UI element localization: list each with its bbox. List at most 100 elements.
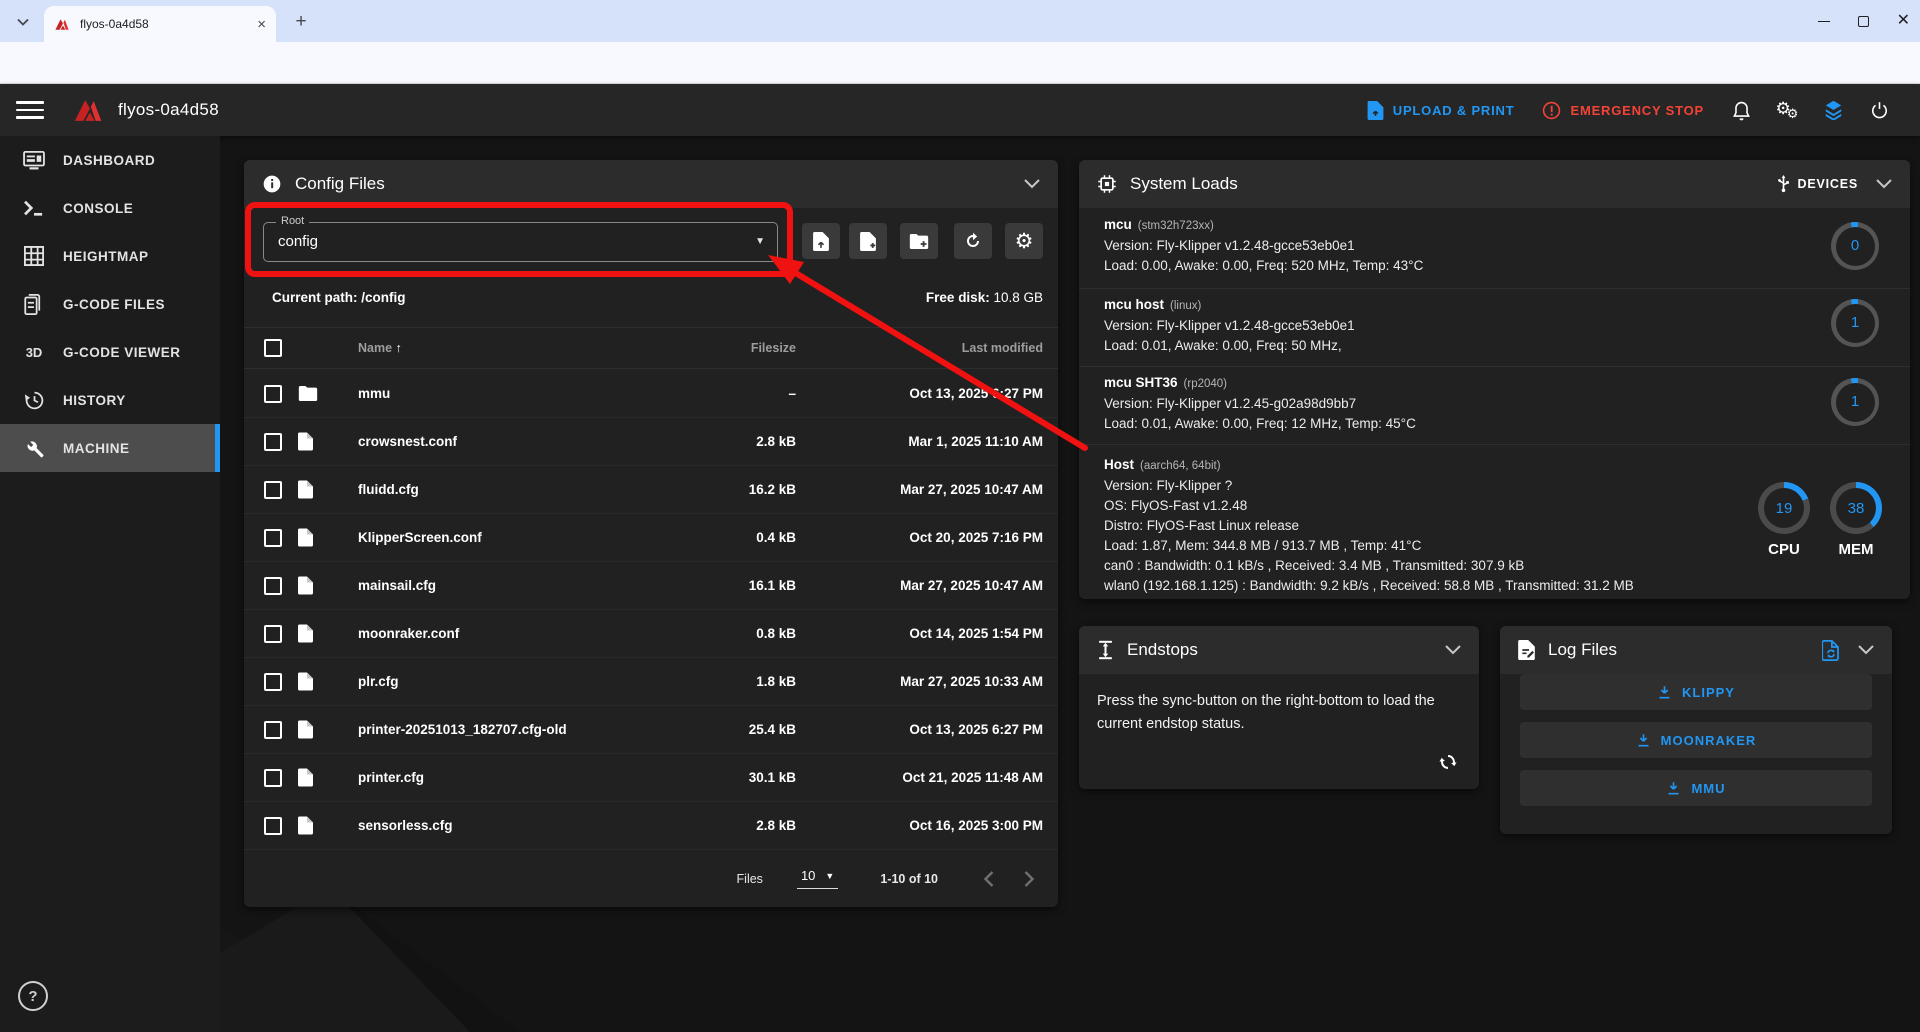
upload-and-print-button[interactable]: UPLOAD & PRINT xyxy=(1353,92,1529,128)
file-icon xyxy=(298,720,313,739)
root-select[interactable]: Root config ▼ xyxy=(263,222,778,262)
app-title: flyos-0a4d58 xyxy=(118,100,219,120)
file-settings-button[interactable]: ⚙ xyxy=(1005,223,1043,259)
row-checkbox[interactable] xyxy=(264,769,282,787)
row-checkbox[interactable] xyxy=(264,529,282,547)
download-klippy-log-button[interactable]: KLIPPY xyxy=(1520,674,1872,710)
column-name[interactable]: Name ↑ xyxy=(358,341,676,355)
select-all-checkbox[interactable] xyxy=(264,339,282,357)
sidebar-item-console[interactable]: CONSOLE xyxy=(0,184,220,232)
table-row[interactable]: printer-20251013_182707.cfg-old 25.4 kB … xyxy=(244,706,1058,754)
row-checkbox[interactable] xyxy=(264,625,282,643)
file-name: sensorless.cfg xyxy=(358,818,676,833)
download-mmu-log-button[interactable]: MMU xyxy=(1520,770,1872,806)
file-name: mainsail.cfg xyxy=(358,578,676,593)
help-button[interactable]: ? xyxy=(18,981,48,1011)
free-disk: Free disk: 10.8 GB xyxy=(926,290,1043,305)
collapse-chevron-icon[interactable] xyxy=(1445,645,1461,655)
file-icon xyxy=(298,528,313,547)
sidebar-item-gcode-viewer[interactable]: 3D G-CODE VIEWER xyxy=(0,328,220,376)
create-folder-button[interactable] xyxy=(900,223,938,259)
sidebar-item-history[interactable]: HISTORY xyxy=(0,376,220,424)
sidebar-item-machine[interactable]: MACHINE xyxy=(0,424,220,472)
browser-toolbar: ← → ⚠ Not secure 192.168.1.125/m/#/confi… xyxy=(0,42,1920,84)
window-minimize-icon[interactable] xyxy=(1818,21,1830,22)
window-close-icon[interactable]: ✕ xyxy=(1897,13,1910,29)
table-row[interactable]: mmu – Oct 13, 2025 6:27 PM xyxy=(244,370,1058,418)
file-name: printer.cfg xyxy=(358,770,676,785)
file-name: fluidd.cfg xyxy=(358,482,676,497)
file-upload-icon xyxy=(813,232,829,251)
row-checkbox[interactable] xyxy=(264,577,282,595)
table-row[interactable]: KlipperScreen.conf 0.4 kB Oct 20, 2025 7… xyxy=(244,514,1058,562)
page-size-select[interactable]: 10 ▼ xyxy=(797,868,838,889)
dropdown-caret-icon: ▼ xyxy=(755,223,765,261)
sidebar-item-dashboard[interactable]: DASHBOARD xyxy=(0,136,220,184)
3d-viewer-icon: 3D xyxy=(22,345,46,360)
column-last-modified[interactable]: Last modified xyxy=(796,341,1043,355)
settings-button[interactable]: ⚙⚙ xyxy=(1764,92,1810,128)
heightmap-grid-icon xyxy=(24,246,44,266)
next-page-icon[interactable] xyxy=(1024,871,1034,887)
sync-icon[interactable] xyxy=(1437,751,1459,773)
file-modified: Mar 27, 2025 10:33 AM xyxy=(796,674,1043,689)
table-row[interactable]: sensorless.cfg 2.8 kB Oct 16, 2025 3:00 … xyxy=(244,802,1058,850)
row-checkbox[interactable] xyxy=(264,481,282,499)
prev-page-icon[interactable] xyxy=(984,871,994,887)
file-size: 16.1 kB xyxy=(676,578,796,593)
row-checkbox[interactable] xyxy=(264,385,282,403)
notifications-button[interactable] xyxy=(1718,92,1764,128)
table-row[interactable]: printer.cfg 30.1 kB Oct 21, 2025 11:48 A… xyxy=(244,754,1058,802)
row-checkbox[interactable] xyxy=(264,673,282,691)
file-size: 30.1 kB xyxy=(676,770,796,785)
sidebar-item-gcode-files[interactable]: G-CODE FILES xyxy=(0,280,220,328)
file-name: KlipperScreen.conf xyxy=(358,530,676,545)
column-filesize[interactable]: Filesize xyxy=(676,341,796,355)
table-row[interactable]: plr.cfg 1.8 kB Mar 27, 2025 10:33 AM xyxy=(244,658,1058,706)
mem-gauge: 38 xyxy=(1830,482,1882,534)
table-row[interactable]: mainsail.cfg 16.1 kB Mar 27, 2025 10:47 … xyxy=(244,562,1058,610)
hamburger-menu-icon[interactable] xyxy=(16,101,44,119)
file-plus-icon xyxy=(860,232,876,251)
tab-close-icon[interactable]: × xyxy=(257,16,266,33)
file-icon xyxy=(298,576,313,595)
collapse-chevron-icon[interactable] xyxy=(1024,179,1040,189)
file-modified: Mar 27, 2025 10:47 AM xyxy=(796,482,1043,497)
cpu-chip-icon xyxy=(1097,174,1117,194)
table-row[interactable]: crowsnest.conf 2.8 kB Mar 1, 2025 11:10 … xyxy=(244,418,1058,466)
file-modified: Oct 20, 2025 7:16 PM xyxy=(796,530,1043,545)
panel-title: Config Files xyxy=(295,174,385,194)
tab-search-button[interactable] xyxy=(10,9,36,35)
table-row[interactable]: fluidd.cfg 16.2 kB Mar 27, 2025 10:47 AM xyxy=(244,466,1058,514)
mcu-section: mcu(stm32h723xx) Version: Fly-Klipper v1… xyxy=(1079,208,1910,289)
cpu-gauge: 19 xyxy=(1758,482,1810,534)
emergency-stop-button[interactable]: EMERGENCY STOP xyxy=(1528,92,1718,128)
browser-tab[interactable]: flyos-0a4d58 × xyxy=(44,6,276,42)
row-checkbox[interactable] xyxy=(264,433,282,451)
sidebar-nav: DASHBOARD CONSOLE HEIGHTMAP G-CODE FILES… xyxy=(0,136,220,1032)
row-checkbox[interactable] xyxy=(264,817,282,835)
app-header: flyos-0a4d58 UPLOAD & PRINT EMERGENCY ST… xyxy=(0,84,1920,136)
sidebar-item-heightmap[interactable]: HEIGHTMAP xyxy=(0,232,220,280)
dropdown-caret-icon: ▼ xyxy=(825,871,834,881)
layers-button[interactable] xyxy=(1810,92,1856,128)
file-name: printer-20251013_182707.cfg-old xyxy=(358,722,676,737)
collapse-chevron-icon[interactable] xyxy=(1876,179,1892,189)
download-moonraker-log-button[interactable]: MOONRAKER xyxy=(1520,722,1872,758)
file-modified: Oct 13, 2025 6:27 PM xyxy=(796,722,1043,737)
row-checkbox[interactable] xyxy=(264,721,282,739)
file-size: 2.8 kB xyxy=(676,434,796,449)
upload-file-button[interactable] xyxy=(802,223,840,259)
devices-button[interactable]: DEVICES xyxy=(1777,175,1858,193)
log-files-header: Log Files xyxy=(1500,626,1892,674)
power-button[interactable] xyxy=(1856,92,1902,128)
new-tab-button[interactable]: + xyxy=(288,9,314,35)
file-icon xyxy=(298,432,313,451)
file-sync-icon[interactable] xyxy=(1822,640,1840,661)
create-file-button[interactable] xyxy=(849,223,887,259)
refresh-button[interactable] xyxy=(954,223,992,259)
collapse-chevron-icon[interactable] xyxy=(1858,645,1874,655)
file-modified: Oct 21, 2025 11:48 AM xyxy=(796,770,1043,785)
window-maximize-icon[interactable] xyxy=(1858,16,1869,27)
table-row[interactable]: moonraker.conf 0.8 kB Oct 14, 2025 1:54 … xyxy=(244,610,1058,658)
